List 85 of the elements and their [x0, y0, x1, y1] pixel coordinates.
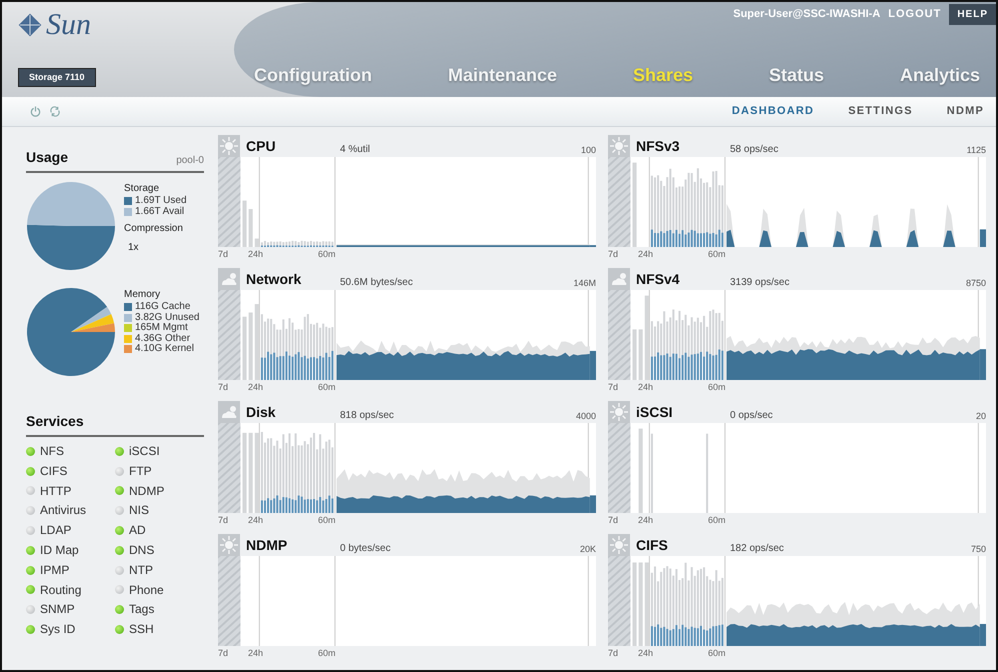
scale-max: 20K	[580, 542, 596, 556]
scale-max: 750	[970, 542, 986, 556]
panel-title: NFSv4	[636, 270, 681, 289]
service-name: AD	[129, 522, 146, 539]
axis-label: 60m	[708, 515, 726, 526]
service-name: FTP	[129, 462, 152, 480]
legend-label: 4.10G Kernel	[135, 344, 194, 354]
panel-reading: 4 %util	[340, 143, 372, 157]
scale-max: 20	[976, 410, 986, 422]
panel-reading: 50.6M bytes/sec	[340, 276, 414, 290]
service-name: Routing	[40, 582, 82, 598]
legend-label: 1.66T Avail	[135, 206, 184, 217]
axis-label: 24h	[638, 648, 654, 659]
service-name: Antivirus	[40, 502, 86, 520]
axis-label: 60m	[318, 515, 336, 526]
service-name: ID Map	[40, 542, 79, 559]
panel-reading: 182 ops/sec	[730, 542, 785, 556]
legend-label: 116G Cache	[135, 302, 190, 312]
service-name: SNMP	[40, 601, 75, 618]
panel-title: CPU	[246, 137, 277, 156]
axis-label: 60m	[708, 382, 726, 393]
axis-label: 60m	[318, 249, 336, 260]
service-name: Tags	[129, 601, 154, 618]
axis-label: 24h	[248, 515, 264, 526]
service-name: SSH	[129, 621, 154, 638]
panel-title: Disk	[246, 403, 277, 422]
axis-label: 24h	[638, 382, 654, 393]
axis-label: 7d	[608, 249, 620, 260]
axis-label: 24h	[248, 249, 264, 260]
service-name: HTTP	[40, 482, 72, 500]
service-name: LDAP	[40, 522, 72, 539]
service-name: CIFS	[40, 462, 68, 480]
section-title: Services	[26, 412, 84, 431]
scale-max: 146M	[573, 276, 596, 290]
legend-title: Storage	[124, 182, 160, 196]
service-name: NFS	[40, 443, 64, 460]
axis-label: 7d	[608, 382, 620, 393]
legend-label: 165M Mgmt	[135, 323, 188, 334]
section-title: Usage	[26, 148, 68, 167]
axis-label: 7d	[218, 382, 230, 393]
axis-label: 60m	[708, 648, 726, 659]
pool-label: pool-0	[176, 154, 204, 168]
service-name: NTP	[129, 562, 153, 579]
compression-value: 1x	[128, 241, 140, 255]
scale-max: 100	[580, 144, 596, 156]
scale-max: 4000	[576, 410, 596, 422]
panel-title: NFSv3	[636, 137, 681, 156]
axis-label: 60m	[318, 382, 336, 393]
panel-title: Network	[246, 270, 302, 289]
service-name: NDMP	[129, 482, 164, 500]
service-name: NIS	[129, 502, 150, 520]
service-name: Sys ID	[40, 621, 76, 638]
axis-label: 24h	[248, 382, 264, 393]
panel-title: CIFS	[636, 536, 669, 555]
panel-title: iSCSI	[636, 403, 674, 422]
product-label: Storage 7110	[18, 68, 96, 87]
service-name: Phone	[129, 582, 164, 598]
user-name: Super-User@SSC-IWASHI-A	[733, 7, 880, 22]
legend-label: 1.69T Used	[135, 196, 187, 206]
legend-label: 4.36G Other	[135, 334, 190, 344]
panel-reading: 818 ops/sec	[340, 409, 395, 423]
legend-label: 3.82G Unused	[135, 312, 200, 323]
axis-label: 7d	[608, 648, 620, 659]
service-name: iSCSI	[129, 443, 160, 460]
service-name: IPMP	[40, 562, 70, 579]
panel-reading: 0 ops/sec	[730, 409, 774, 423]
axis-label: 24h	[248, 648, 264, 659]
axis-label: 7d	[608, 515, 620, 526]
panel-reading: 3139 ops/sec	[730, 276, 790, 290]
panel-reading: 0 bytes/sec	[340, 542, 392, 556]
panel-title: NDMP	[246, 536, 288, 555]
axis-label: 24h	[638, 515, 654, 526]
axis-label: 7d	[218, 249, 230, 260]
axis-label: 60m	[708, 249, 726, 260]
panel-reading: 58 ops/sec	[730, 143, 780, 157]
service-name: DNS	[129, 542, 154, 559]
axis-label: 7d	[218, 515, 230, 526]
axis-label: 24h	[638, 249, 654, 260]
scale-max: 8750	[966, 276, 986, 290]
axis-label: 7d	[218, 648, 230, 659]
compression-label: Compression	[124, 222, 184, 236]
logo-text: Sun	[46, 10, 91, 40]
scale-max: 1125	[966, 144, 986, 156]
legend-title: Memory	[124, 288, 162, 302]
axis-label: 60m	[318, 648, 336, 659]
